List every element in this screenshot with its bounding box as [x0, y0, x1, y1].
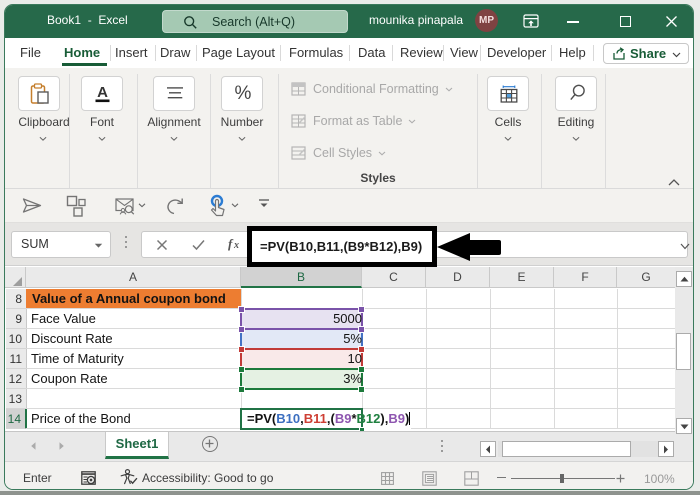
svg-text:%: % [235, 83, 252, 104]
svg-text:A: A [97, 84, 108, 101]
